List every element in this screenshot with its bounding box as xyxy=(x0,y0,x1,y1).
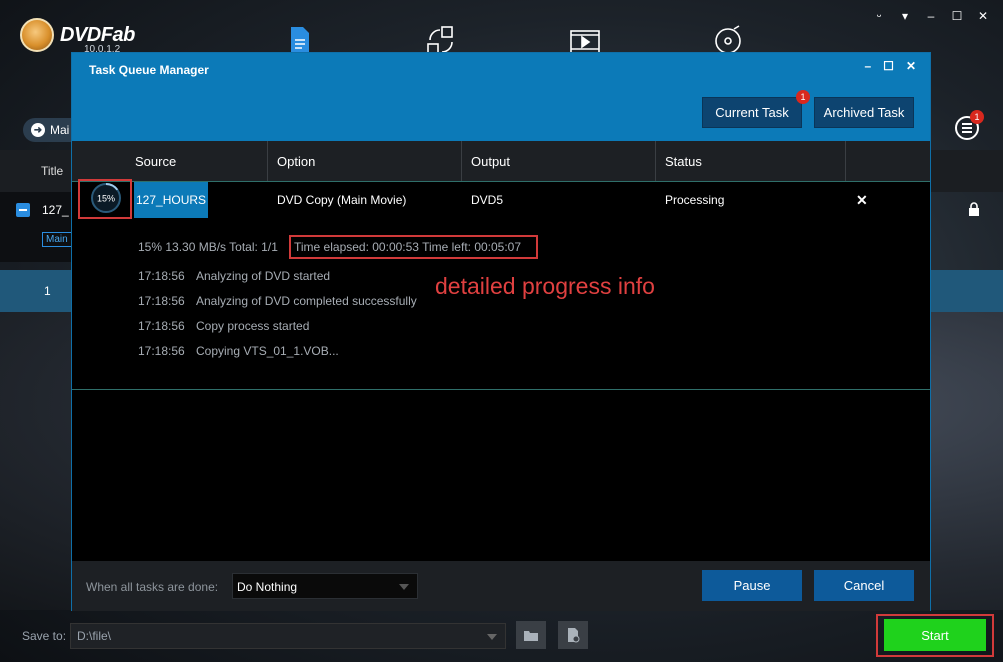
right-column-header xyxy=(930,150,1003,192)
title-column-header: Title xyxy=(0,150,72,192)
row-divider xyxy=(72,389,930,390)
log-message: Copying VTS_01_1.VOB... xyxy=(196,344,339,358)
tab-archived-task[interactable]: Archived Task xyxy=(814,97,914,128)
log-time: 17:18:56 xyxy=(138,344,185,358)
column-source: Source xyxy=(72,141,268,181)
save-to-field[interactable]: D:\file\ xyxy=(70,623,506,649)
main-tag: Main xyxy=(42,232,72,247)
maximize-icon[interactable]: ☐ xyxy=(951,9,963,23)
task-option: DVD Copy (Main Movie) xyxy=(277,193,407,207)
chevron-down-icon[interactable] xyxy=(487,634,497,640)
log-time: 17:18:56 xyxy=(138,319,185,333)
table-header: Source Option Output Status xyxy=(72,141,930,182)
when-done-select[interactable]: Do Nothing xyxy=(232,573,418,599)
title-row[interactable]: 127_ Main xyxy=(0,192,72,262)
progress-summary: 15% 13.30 MB/s Total: 1/1 xyxy=(138,240,278,254)
save-to-value: D:\file\ xyxy=(77,629,112,643)
dialog-footer: When all tasks are done: Do Nothing Paus… xyxy=(72,561,930,611)
arrow-right-icon: ➜ xyxy=(31,123,45,137)
title-row-selected[interactable]: 1 xyxy=(0,270,72,312)
minimize-icon[interactable]: – xyxy=(925,9,937,23)
dialog-title: Task Queue Manager xyxy=(89,63,209,77)
annotation-label: detailed progress info xyxy=(435,273,655,299)
right-row-selected xyxy=(930,270,1003,312)
minimize-icon[interactable]: – xyxy=(864,59,871,73)
pause-button[interactable]: Pause xyxy=(702,570,802,601)
progress-ring: 15% xyxy=(90,182,122,214)
iso-folder-button[interactable] xyxy=(558,621,588,649)
remove-task-icon[interactable]: ✕ xyxy=(856,192,868,209)
dropdown-icon[interactable]: ▾ xyxy=(899,9,911,23)
title-row-index: 1 xyxy=(44,284,51,298)
save-to-label: Save to: xyxy=(22,629,67,643)
mascot-icon xyxy=(20,18,54,52)
log-message: Analyzing of DVD started xyxy=(196,269,331,283)
dialog-window-controls: – ☐ ✕ xyxy=(864,59,916,73)
task-source: 127_HOURS xyxy=(136,193,207,207)
log-message: Analyzing of DVD completed successfully xyxy=(196,294,417,308)
cancel-button[interactable]: Cancel xyxy=(814,570,914,601)
main-button-label: Mai xyxy=(50,123,70,137)
app-logo: DVDFab 10.0.1.2 xyxy=(20,18,135,55)
task-status: Processing xyxy=(665,193,725,207)
when-done-value: Do Nothing xyxy=(237,580,298,594)
column-option: Option xyxy=(268,141,462,181)
dialog-header: Task Queue Manager – ☐ ✕ Current Task 1 … xyxy=(72,53,930,141)
task-output: DVD5 xyxy=(471,193,504,207)
column-output: Output xyxy=(462,141,656,181)
close-icon[interactable]: ✕ xyxy=(906,59,916,73)
queue-badge: 1 xyxy=(970,110,984,124)
disc-file-icon xyxy=(568,628,580,643)
progress-percent: 15% xyxy=(97,194,115,204)
window-controls: ᵕ ▾ – ☐ ✕ xyxy=(873,9,989,23)
folder-icon xyxy=(524,631,538,641)
log-time: 17:18:56 xyxy=(138,294,185,308)
task-queue-manager-dialog: Task Queue Manager – ☐ ✕ Current Task 1 … xyxy=(71,52,931,611)
title-row-name: 127_ xyxy=(42,203,69,217)
tab-current-task[interactable]: Current Task xyxy=(702,97,802,128)
start-button[interactable]: Start xyxy=(884,619,986,651)
settings-icon[interactable]: ᵕ xyxy=(873,9,885,23)
time-highlight-box xyxy=(289,235,538,259)
close-icon[interactable]: ✕ xyxy=(977,9,989,23)
chevron-down-icon[interactable] xyxy=(399,584,409,590)
title-header-label: Title xyxy=(41,164,64,178)
when-done-label: When all tasks are done: xyxy=(86,580,219,594)
log-time: 17:18:56 xyxy=(138,269,185,283)
maximize-icon[interactable]: ☐ xyxy=(883,59,894,73)
column-status: Status xyxy=(656,141,846,181)
lock-icon[interactable] xyxy=(967,202,981,216)
collapse-checkbox[interactable] xyxy=(16,203,30,217)
log-message: Copy process started xyxy=(196,319,310,333)
current-task-badge: 1 xyxy=(796,90,810,104)
browse-folder-button[interactable] xyxy=(516,621,546,649)
